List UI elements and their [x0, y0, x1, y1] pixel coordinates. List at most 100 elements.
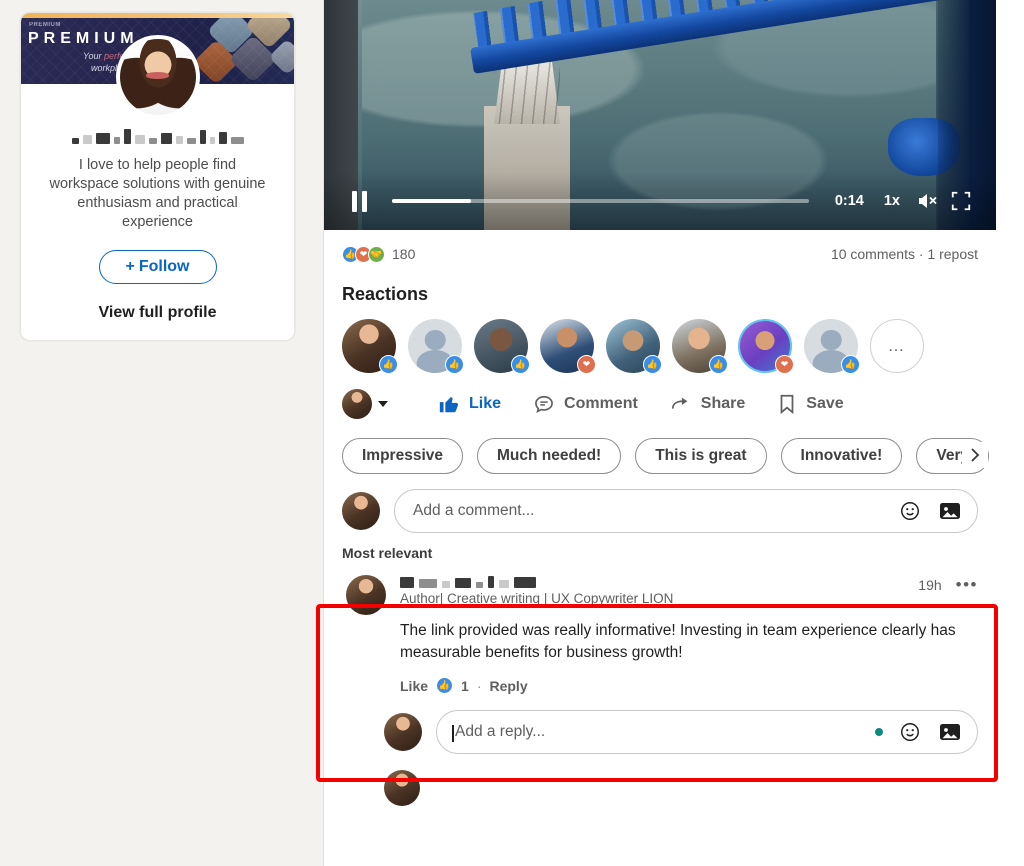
more-reactions-button[interactable]: … — [870, 319, 924, 373]
chevron-right-icon — [968, 446, 982, 464]
comment-meta: 19h ••• — [918, 575, 978, 595]
comment-author-name-redacted — [400, 575, 673, 588]
profile-name-redacted — [35, 126, 280, 144]
comment-icon — [533, 393, 555, 415]
comment-button[interactable]: Comment — [517, 387, 654, 421]
comments-sort-label[interactable]: Most relevant — [324, 541, 996, 561]
comment-author-headline: Author| Creative writing | UX Copywriter… — [400, 591, 673, 607]
comments-reposts-label[interactable]: 10 comments · 1 repost — [831, 246, 978, 262]
save-button[interactable]: Save — [761, 387, 859, 421]
pause-icon — [352, 191, 367, 212]
love-badge-icon: ❤ — [775, 355, 794, 374]
save-button-label: Save — [806, 395, 843, 413]
reaction-avatar-4[interactable]: ❤ — [540, 319, 594, 373]
share-button[interactable]: Share — [654, 387, 761, 421]
reply-input[interactable]: Add a reply... — [436, 710, 978, 754]
profile-avatar-photo — [120, 39, 196, 115]
volume-mute-button[interactable] — [910, 184, 944, 218]
thumbs-up-icon — [438, 393, 460, 415]
reaction-summary[interactable]: 👍 ❤ 🤝 180 — [342, 246, 415, 263]
left-sidebar: PREMIUM PREMIUM Your perfect workplace — [0, 0, 324, 866]
comment-header: Author| Creative writing | UX Copywriter… — [400, 575, 978, 607]
like-badge-icon: 👍 — [445, 355, 464, 374]
comment-reply-button[interactable]: Reply — [489, 678, 527, 694]
app-root: PREMIUM PREMIUM Your perfect workplace — [0, 0, 1024, 866]
quick-chip-much-needed[interactable]: Much needed! — [477, 438, 621, 474]
comment-actions: Like 👍 1 · Reply — [400, 677, 978, 694]
ellipsis-icon[interactable]: ••• — [956, 575, 978, 595]
quick-chip-impressive[interactable]: Impressive — [342, 438, 463, 474]
love-badge-icon: ❤ — [577, 355, 596, 374]
emoji-icon[interactable] — [897, 498, 923, 524]
reactions-section: Reactions 👍 👍 👍 ❤ 👍 👍 ❤ 👍 … — [324, 272, 996, 373]
post-video-player[interactable]: 0:14 1x — [324, 0, 996, 230]
reaction-icon-support: 🤝 — [368, 246, 385, 263]
reaction-avatar-6[interactable]: 👍 — [672, 319, 726, 373]
view-full-profile-link[interactable]: View full profile — [35, 304, 280, 322]
comment-button-label: Comment — [564, 395, 638, 413]
follow-button-label: Follow — [139, 258, 190, 276]
comment-author-avatar[interactable] — [346, 575, 386, 615]
post-card: 0:14 1x — [324, 0, 996, 806]
comment-body: Author| Creative writing | UX Copywriter… — [400, 575, 978, 694]
reaction-avatar-5[interactable]: 👍 — [606, 319, 660, 373]
reaction-avatar-7[interactable]: ❤ — [738, 319, 792, 373]
reaction-avatar-8[interactable]: 👍 — [804, 319, 858, 373]
banner-brand-logo: PREMIUM — [29, 22, 61, 28]
bookmark-icon — [777, 393, 797, 415]
comment-input-placeholder: Add a comment... — [413, 502, 883, 520]
reactions-title: Reactions — [342, 284, 978, 305]
image-icon[interactable] — [937, 498, 963, 524]
profile-avatar[interactable] — [116, 35, 200, 119]
post-action-bar: Like Comment Share — [324, 373, 996, 431]
reaction-picker[interactable] — [342, 389, 388, 419]
comment-like-badge-icon: 👍 — [436, 677, 453, 694]
reply-status-dot — [875, 728, 883, 736]
next-comment-avatar — [384, 770, 420, 806]
like-badge-icon: 👍 — [709, 355, 728, 374]
quick-chip-this-is-great[interactable]: This is great — [635, 438, 766, 474]
emoji-icon[interactable] — [897, 719, 923, 745]
reply-input-placeholder: Add a reply... — [455, 723, 861, 741]
comment-action-separator: · — [477, 678, 482, 694]
pause-button[interactable] — [342, 184, 376, 218]
comment-timestamp: 19h — [918, 577, 941, 593]
composer-avatar — [342, 492, 380, 530]
chevron-down-icon — [378, 401, 388, 407]
follow-button[interactable]: + Follow — [99, 250, 217, 284]
profile-headline: I love to help people find workspace sol… — [35, 156, 280, 232]
reaction-avatar-3[interactable]: 👍 — [474, 319, 528, 373]
like-badge-icon: 👍 — [379, 355, 398, 374]
fullscreen-icon — [950, 190, 972, 212]
chips-scroll-next-button[interactable] — [962, 442, 988, 468]
image-icon[interactable] — [937, 719, 963, 745]
like-badge-icon: 👍 — [643, 355, 662, 374]
reaction-count: 180 — [392, 246, 415, 262]
comment-input[interactable]: Add a comment... — [394, 489, 978, 533]
comment-item: Author| Creative writing | UX Copywriter… — [324, 561, 996, 694]
reply-composer-avatar — [384, 713, 422, 751]
video-progress-fill — [392, 199, 471, 203]
plus-icon: + — [126, 258, 135, 276]
post-social-counts: 👍 ❤ 🤝 180 10 comments · 1 repost — [324, 236, 996, 272]
share-button-label: Share — [701, 395, 745, 413]
quick-chip-innovative[interactable]: Innovative! — [781, 438, 903, 474]
comment-author-info: Author| Creative writing | UX Copywriter… — [400, 575, 673, 607]
like-badge-icon: 👍 — [511, 355, 530, 374]
like-button[interactable]: Like — [422, 387, 517, 421]
like-badge-icon: 👍 — [841, 355, 860, 374]
reply-composer: Add a reply... — [324, 694, 996, 754]
video-controls: 0:14 1x — [324, 172, 996, 230]
reaction-avatar-1[interactable]: 👍 — [342, 319, 396, 373]
playback-speed-button[interactable]: 1x — [874, 193, 910, 209]
current-user-avatar — [342, 389, 372, 419]
fullscreen-button[interactable] — [944, 184, 978, 218]
feed-column: 0:14 1x — [324, 0, 1024, 866]
video-progress-bar[interactable] — [392, 199, 809, 203]
comment-text: The link provided was really informative… — [400, 620, 978, 664]
profile-card-body: I love to help people find workspace sol… — [21, 84, 294, 340]
comment-like-button[interactable]: Like — [400, 678, 428, 694]
reaction-avatar-2[interactable]: 👍 — [408, 319, 462, 373]
comment-composer: Add a comment... — [324, 479, 996, 541]
reactions-avatar-row: 👍 👍 👍 ❤ 👍 👍 ❤ 👍 … — [342, 319, 978, 373]
